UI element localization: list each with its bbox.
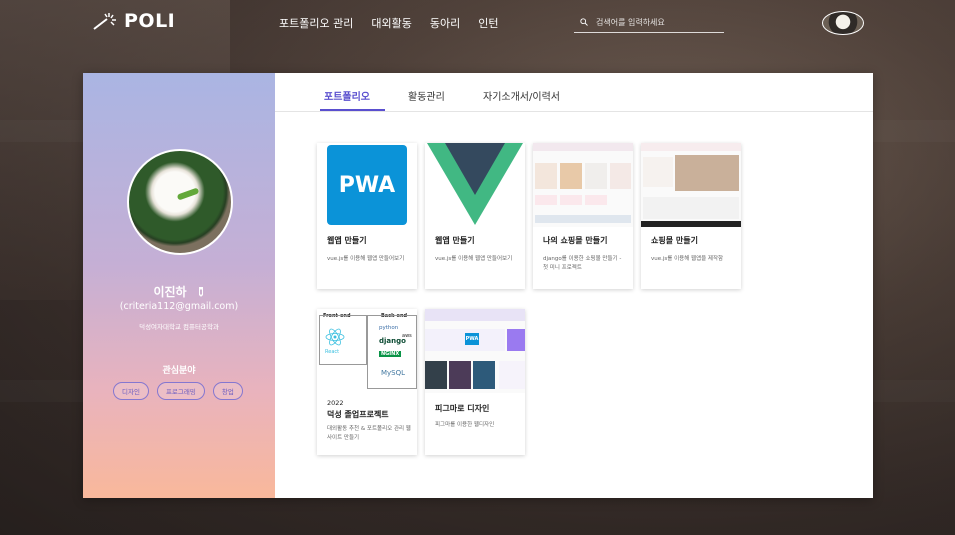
- interest-title: 관심분야: [162, 366, 196, 376]
- active-tab-indicator: [320, 109, 385, 111]
- project-thumbnail: PWA: [425, 309, 525, 393]
- nginx-label: NGINX: [379, 351, 402, 357]
- edit-icon[interactable]: [197, 286, 205, 297]
- interest-tags: 디자인 프로그래밍 창업: [113, 382, 243, 400]
- react-logo-icon: [325, 328, 345, 346]
- tag-startup[interactable]: 창업: [212, 382, 243, 400]
- user-school: 덕성여자대학교 컴퓨터공학과: [139, 323, 219, 331]
- project-title: 웹앱 만들기: [327, 236, 367, 245]
- tab-portfolio[interactable]: 포트폴리오: [324, 88, 370, 103]
- project-card[interactable]: 웹앱 만들기 vue.js를 이용해 웹앱 만들어보기: [425, 143, 525, 289]
- project-title: 쇼핑몰 만들기: [651, 236, 698, 245]
- tag-programming[interactable]: 프로그래밍: [156, 382, 205, 400]
- user-name: 이진하: [153, 285, 187, 299]
- user-avatar[interactable]: [822, 11, 864, 35]
- project-card[interactable]: PWA 웹앱 만들기 vue.js를 이용해 웹앱 만들어보기: [317, 143, 417, 289]
- menu-activities[interactable]: 대외활동: [371, 15, 411, 31]
- main-menu: 포트폴리오 관리 대외활동 동아리 인턴: [279, 15, 498, 31]
- logo-text: POLI: [124, 10, 176, 32]
- project-description: vue.js를 이용해 웹앱을 제작함: [651, 256, 724, 262]
- project-thumbnail: [425, 143, 525, 227]
- project-card[interactable]: 쇼핑몰 만들기 vue.js를 이용해 웹앱을 제작함: [641, 143, 741, 289]
- profile-sidebar: 이진하 (criteria112@gmail.com) 덕성여자대학교 컴퓨터공…: [83, 73, 275, 498]
- user-email: (criteria112@gmail.com): [119, 301, 239, 312]
- python-label: python: [379, 325, 399, 331]
- project-card[interactable]: Front-end Back-end React python django a…: [317, 309, 417, 455]
- project-title: 덕성 졸업프로젝트: [327, 410, 389, 419]
- menu-intern[interactable]: 인턴: [478, 15, 498, 31]
- pwa-logo: PWA: [327, 145, 407, 225]
- project-title: 웹앱 만들기: [435, 236, 475, 245]
- tab-resume[interactable]: 자기소개서/이력서: [483, 88, 560, 103]
- project-year: 2022: [327, 399, 344, 407]
- project-thumbnail: PWA: [317, 143, 417, 227]
- project-title: 나의 쇼핑몰 만들기: [543, 236, 608, 245]
- pwa-badge: PWA: [465, 333, 479, 345]
- project-thumbnail: [641, 143, 741, 227]
- project-card[interactable]: 나의 쇼핑몰 만들기 django를 이용한 쇼핑몰 만들기 - 첫 미니 프로…: [533, 143, 633, 289]
- profile-card: 이진하 (criteria112@gmail.com) 덕성여자대학교 컴퓨터공…: [83, 73, 873, 498]
- search-bar: [574, 12, 724, 33]
- aws-label: aws: [402, 333, 412, 339]
- project-description: 대외활동 추천 & 포트폴리오 관리 웹사이트 만들기: [327, 426, 411, 441]
- project-thumbnail: Front-end Back-end React python django a…: [317, 309, 417, 393]
- vue-logo-icon: [427, 143, 523, 225]
- menu-portfolio[interactable]: 포트폴리오 관리: [279, 15, 353, 31]
- logo[interactable]: POLI: [92, 10, 175, 32]
- top-navbar: POLI 포트폴리오 관리 대외활동 동아리 인턴: [0, 0, 955, 44]
- project-description: vue.js를 이용해 웹앱 만들어보기: [435, 256, 513, 262]
- search-icon: [580, 18, 588, 26]
- project-description: django를 이용한 쇼핑몰 만들기 - 첫 미니 프로젝트: [543, 256, 622, 271]
- tab-activity-management[interactable]: 활동관리: [408, 88, 445, 103]
- project-description: 피그마를 이용한 웹디자인: [435, 422, 495, 428]
- react-label: React: [325, 349, 340, 355]
- mysql-label: MySQL: [381, 369, 406, 377]
- project-title: 피그마로 디자인: [435, 404, 490, 413]
- project-description: vue.js를 이용해 웹앱 만들어보기: [327, 256, 405, 262]
- project-thumbnail: [533, 143, 633, 227]
- sparkle-logo-icon: [93, 13, 116, 30]
- tag-design[interactable]: 디자인: [113, 382, 149, 400]
- profile-photo: [127, 149, 233, 255]
- project-card[interactable]: PWA 피그마로 디자인 피그마를 이용한 웹디자인: [425, 309, 525, 455]
- name-row: 이진하: [83, 283, 275, 300]
- menu-clubs[interactable]: 동아리: [430, 15, 460, 31]
- search-input[interactable]: [594, 16, 718, 28]
- tab-bar: 포트폴리오 활동관리 자기소개서/이력서: [275, 73, 873, 112]
